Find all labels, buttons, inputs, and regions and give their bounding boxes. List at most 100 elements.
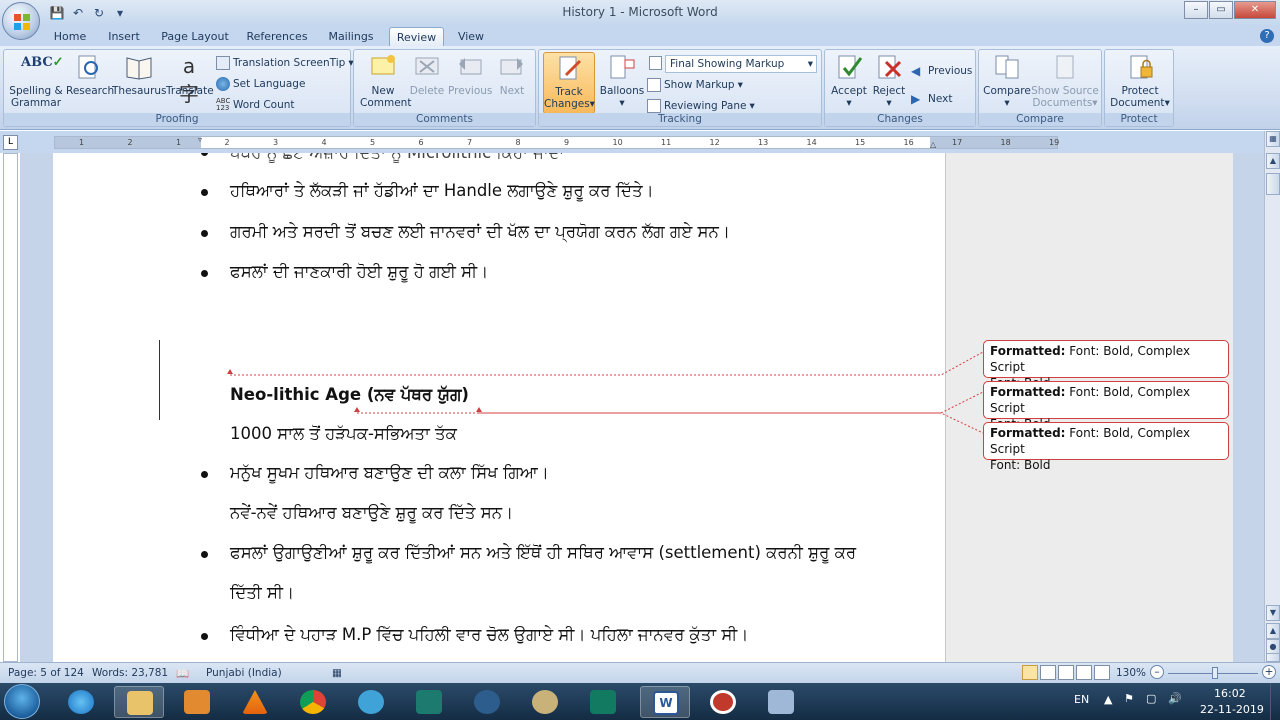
taskbar-video-editor-icon[interactable] <box>346 686 396 718</box>
clock-time[interactable]: 16:02 <box>1214 687 1246 700</box>
taskbar-app-icon[interactable] <box>404 686 454 718</box>
show-markup-label: Show Markup <box>664 79 735 91</box>
first-line-indent-handle[interactable]: ▿ <box>198 135 202 144</box>
compare-button[interactable]: Compare ▾ <box>983 52 1031 109</box>
tab-selector[interactable]: L <box>3 135 18 150</box>
taskbar-vlc-icon[interactable] <box>230 686 280 718</box>
horizontal-ruler[interactable]: 1 2 1 2 3 4 5 6 7 8 9 10 11 12 13 14 15 16 17 18 19 ▿ △ <box>54 135 1059 149</box>
view-buttons <box>1022 665 1110 680</box>
show-desktop-button[interactable] <box>1270 683 1280 720</box>
taskbar-network-icon[interactable] <box>756 686 806 718</box>
taskbar-explorer-icon[interactable] <box>114 686 164 718</box>
print-layout-icon[interactable] <box>1022 665 1038 680</box>
zoom-level[interactable]: 130% <box>1116 667 1146 679</box>
minimize-button[interactable]: – <box>1184 1 1208 19</box>
scroll-up-button[interactable]: ▲ <box>1266 153 1280 169</box>
revision-balloon[interactable]: Formatted: Font: Bold, Complex ScriptFon… <box>983 422 1229 472</box>
taskbar-internet-explorer-icon[interactable] <box>56 686 106 718</box>
outline-icon[interactable] <box>1076 665 1092 680</box>
taskbar-paint-icon[interactable] <box>520 686 570 718</box>
balloons-button[interactable]: Balloons ▾ <box>597 52 647 109</box>
taskbar-recorder-icon[interactable] <box>698 686 748 718</box>
word-count-indicator[interactable]: Words: 23,781 <box>92 667 168 679</box>
lock-icon <box>1125 52 1155 82</box>
delete-comment-button[interactable]: Delete <box>406 52 448 97</box>
protect-group-label: Protect <box>1105 113 1173 126</box>
volume-icon[interactable]: 🔊 <box>1168 692 1182 705</box>
tracking-group-label: Tracking <box>539 113 821 126</box>
scroll-thumb[interactable] <box>1266 173 1280 195</box>
taskbar-camtasia-icon[interactable] <box>578 686 628 718</box>
tab-page-layout[interactable]: Page Layout <box>158 27 232 46</box>
close-button[interactable]: ✕ <box>1234 1 1276 19</box>
compare-group-label: Compare <box>979 113 1101 126</box>
taskbar-chrome-icon[interactable] <box>288 686 338 718</box>
scroll-down-button[interactable]: ▼ <box>1266 605 1280 621</box>
ruler-number: 9 <box>564 138 570 147</box>
proofing-status-icon[interactable]: 📖 <box>176 667 189 680</box>
previous-comment-button[interactable]: Previous <box>448 52 492 97</box>
previous-change-button[interactable]: ◀ Previous <box>911 62 972 80</box>
translation-screentip-button[interactable]: Translation ScreenTip ▾ <box>216 54 354 72</box>
delete-label: Delete <box>409 85 445 97</box>
word-count-button[interactable]: ABC 123 Word Count <box>216 96 295 114</box>
ruler-number: 10 <box>612 138 623 147</box>
reject-icon <box>874 52 904 82</box>
track-changes-label-2-text: Changes <box>544 98 590 110</box>
page-indicator[interactable]: Page: 5 of 124 <box>8 667 84 679</box>
tab-mailings[interactable]: Mailings <box>322 27 380 46</box>
research-button[interactable]: Research <box>66 52 114 97</box>
show-hidden-icons[interactable]: ▲ <box>1104 693 1112 706</box>
revision-balloon[interactable]: Formatted: Font: Bold, Complex ScriptFon… <box>983 381 1229 431</box>
next-page-button[interactable] <box>1266 653 1280 662</box>
tab-home[interactable]: Home <box>48 27 92 46</box>
track-changes-button[interactable]: Track Changes▾ <box>543 52 595 114</box>
next-comment-button[interactable]: Next <box>492 52 532 97</box>
macro-record-icon[interactable]: ▦ <box>332 667 342 679</box>
start-button[interactable] <box>4 684 40 719</box>
next-change-button[interactable]: ▶ Next <box>911 90 952 108</box>
tab-insert[interactable]: Insert <box>102 27 146 46</box>
tab-review[interactable]: Review <box>389 27 444 46</box>
tab-references[interactable]: References <box>242 27 312 46</box>
taskbar-media-player-icon[interactable] <box>172 686 222 718</box>
draft-icon[interactable] <box>1094 665 1110 680</box>
help-icon[interactable]: ? <box>1260 29 1274 43</box>
zoom-out-icon[interactable]: – <box>1150 665 1164 679</box>
full-screen-reading-icon[interactable] <box>1040 665 1056 680</box>
thesaurus-button[interactable]: Thesaurus <box>112 52 167 97</box>
previous-page-button[interactable]: ▲ <box>1266 623 1280 639</box>
tab-view[interactable]: View <box>452 27 490 46</box>
zoom-in-icon[interactable]: + <box>1262 665 1276 679</box>
input-language[interactable]: EN <box>1074 693 1089 706</box>
restore-button[interactable]: ▭ <box>1209 1 1233 19</box>
vertical-ruler[interactable] <box>3 153 18 662</box>
show-markup-button[interactable]: Show Markup ▾ <box>647 76 743 94</box>
reject-button[interactable]: Reject ▾ <box>869 52 909 109</box>
translate-button[interactable]: a字 Translate <box>166 52 214 106</box>
protect-document-button[interactable]: Protect Document▾ <box>1109 52 1171 109</box>
display-for-review-select[interactable]: Final Showing Markup ▾ <box>665 55 817 73</box>
set-language-button[interactable]: Set Language <box>216 75 305 93</box>
chevron-down-icon: ▾ <box>1092 97 1098 109</box>
new-comment-button[interactable]: New Comment <box>360 52 411 109</box>
revision-balloon[interactable]: Formatted: Font: Bold, Complex ScriptFon… <box>983 340 1229 390</box>
office-button[interactable] <box>2 2 40 40</box>
action-center-icon[interactable]: ⚑ <box>1124 692 1134 705</box>
ruler-number: 16 <box>903 138 914 147</box>
ruler-toggle-icon[interactable]: ▦ <box>1266 131 1280 147</box>
zoom-slider-thumb[interactable] <box>1212 667 1218 679</box>
spelling-grammar-button[interactable]: ABC✓ Spelling & Grammar <box>7 52 65 109</box>
clock-date[interactable]: 22-11-2019 <box>1200 703 1264 716</box>
taskbar-word-icon[interactable]: W <box>640 686 690 718</box>
taskbar-media-icon[interactable] <box>462 686 512 718</box>
right-indent-handle[interactable]: △ <box>930 140 936 149</box>
accept-button[interactable]: Accept ▾ <box>829 52 869 109</box>
web-layout-icon[interactable] <box>1058 665 1074 680</box>
document-page[interactable]: ਪੱਥਰ ਨੂੰ ਛੋਟੇ ਔਜ਼ਾਰ ਦਿੱਤਾ ਨੂੰ Microlithi… <box>53 153 1233 662</box>
show-source-documents-button[interactable]: Show Source Documents▾ <box>1031 52 1099 109</box>
network-icon[interactable]: ▢ <box>1146 692 1156 705</box>
window-controls: – ▭ ✕ <box>1184 1 1276 19</box>
language-indicator[interactable]: Punjabi (India) <box>206 667 282 679</box>
vertical-scrollbar[interactable]: ▦ ▲ ▼ ▲ ● <box>1264 131 1280 662</box>
